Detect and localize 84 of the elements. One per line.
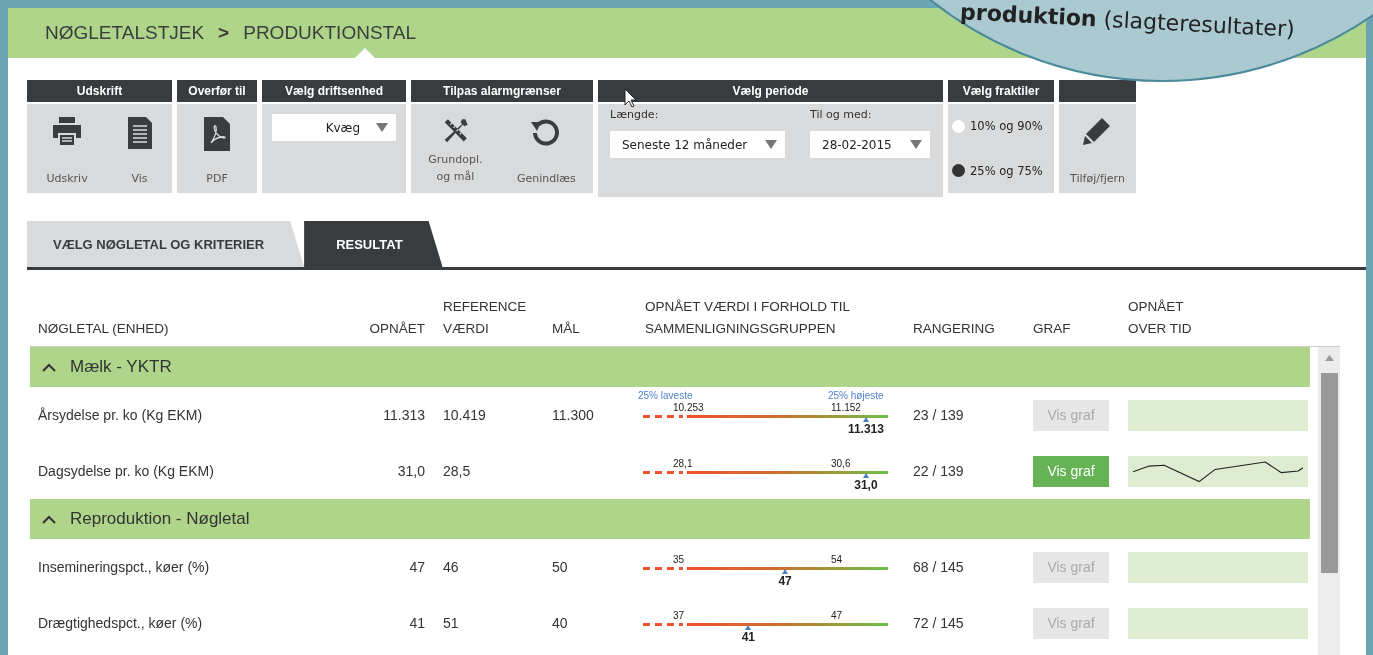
reference-value: 51 bbox=[442, 615, 460, 631]
caret-icon bbox=[765, 140, 777, 149]
group-title: Reproduktion - Nøgletal bbox=[70, 509, 250, 529]
rank: 22 / 139 bbox=[912, 463, 965, 479]
gauge-label: 37 bbox=[673, 610, 685, 621]
rank: 68 / 145 bbox=[912, 559, 965, 575]
group-header: Udskrift bbox=[27, 80, 172, 102]
gauge-label: 35 bbox=[673, 554, 685, 565]
fractile-option[interactable]: 10% og 90% bbox=[952, 119, 1050, 134]
gauge-label: 47 bbox=[831, 610, 843, 621]
achieved-value: 41 bbox=[408, 615, 426, 631]
column-header: GRAF bbox=[1032, 320, 1072, 338]
gauge-caption: 25% laveste bbox=[638, 390, 693, 401]
pdf-button[interactable]: PDF bbox=[199, 104, 235, 193]
up-arrow-icon bbox=[1324, 355, 1334, 361]
breadcrumb-separator: > bbox=[218, 22, 230, 44]
column-header: NØGLETAL (ENHED) bbox=[37, 320, 170, 338]
goal-value: 40 bbox=[552, 615, 568, 631]
tab[interactable]: RESULTAT bbox=[304, 221, 443, 267]
tab[interactable]: VÆLG NØGLETAL OG KRITERIER bbox=[27, 221, 305, 267]
radio-button[interactable] bbox=[952, 164, 965, 178]
document-icon bbox=[126, 116, 153, 150]
field-label: Længde: bbox=[610, 108, 660, 121]
length-dropdown[interactable]: Seneste 12 måneder bbox=[610, 131, 785, 158]
pencil-icon bbox=[1082, 116, 1113, 146]
edit-columns-button[interactable]: Tilføj/fjern bbox=[1066, 104, 1129, 193]
reference-value: 28,5 bbox=[442, 463, 472, 479]
unit-dropdown[interactable]: Kvæg bbox=[272, 114, 396, 141]
pdf-icon bbox=[203, 116, 231, 152]
goal-value: 11.300 bbox=[552, 407, 594, 423]
pointer-notch bbox=[355, 48, 375, 58]
group-header: Vælg periode bbox=[598, 80, 943, 102]
caret-icon bbox=[376, 123, 388, 132]
print-button[interactable]: Udskriv bbox=[42, 104, 92, 193]
achieved-value: 31,0 bbox=[396, 463, 426, 479]
group-header: Tilpas alarmgrænser bbox=[411, 80, 593, 102]
group-header: Vælg driftsenhed bbox=[262, 80, 406, 102]
gauge-value: 47 bbox=[778, 574, 792, 588]
settings-button[interactable]: Grundopl. og mål bbox=[424, 104, 487, 193]
group-header: Overfør til bbox=[177, 80, 257, 102]
column-header: MÅL bbox=[551, 320, 581, 338]
gauge-label: 30,6 bbox=[831, 458, 851, 469]
rank: 72 / 145 bbox=[912, 615, 965, 631]
achieved-value: 47 bbox=[408, 559, 426, 575]
gauge-label: 54 bbox=[831, 554, 843, 565]
metric-name: Insemineringspct., køer (%) bbox=[37, 559, 211, 575]
gauge-label: 11.152 bbox=[831, 402, 861, 413]
column-header: RANGERING bbox=[912, 320, 996, 338]
metric-name: Dagsydelse pr. ko (Kg EKM) bbox=[37, 463, 215, 479]
rank: 23 / 139 bbox=[912, 407, 965, 423]
group-header-row[interactable]: Reproduktion - Nøgletal bbox=[30, 499, 1310, 539]
gauge-caption: 25% højeste bbox=[828, 390, 884, 401]
metric-name: Årsydelse pr. ko (Kg EKM) bbox=[37, 407, 204, 423]
gauge-label: 28,1 bbox=[673, 458, 693, 469]
gauge-value: 31,0 bbox=[854, 478, 878, 492]
field-label: Til og med: bbox=[810, 108, 873, 121]
radio-button[interactable] bbox=[952, 119, 965, 133]
printer-icon bbox=[51, 116, 84, 146]
group-header: Vælg fraktiler bbox=[948, 80, 1054, 102]
scrollbar[interactable] bbox=[1318, 347, 1340, 655]
gauge-label: 10.253 bbox=[673, 402, 704, 413]
fractile-option[interactable]: 25% og 75% bbox=[952, 163, 1050, 178]
breadcrumb-item[interactable]: NØGLETALSTJEK bbox=[45, 22, 205, 44]
callout-text: produktion (slagteresultater) bbox=[959, 0, 1296, 42]
group-header-row[interactable]: Mælk - YKTR bbox=[30, 347, 1310, 387]
column-header: OPNÅET bbox=[368, 320, 426, 338]
caret-icon bbox=[910, 140, 922, 149]
group-title: Mælk - YKTR bbox=[70, 357, 172, 377]
achieved-value: 11.313 bbox=[382, 407, 426, 423]
column-header: OPNÅET OVER TID bbox=[1127, 298, 1193, 338]
metric-name: Drægtighedspct., køer (%) bbox=[37, 615, 204, 631]
goal-value: 50 bbox=[552, 559, 568, 575]
breadcrumb-item[interactable]: PRODUKTIONSTAL bbox=[243, 22, 416, 44]
cursor-icon bbox=[624, 88, 638, 108]
gauge-value: 41 bbox=[741, 630, 755, 644]
view-button[interactable]: Vis bbox=[122, 104, 157, 193]
reference-value: 10.419 bbox=[442, 407, 487, 423]
reference-value: 46 bbox=[442, 559, 460, 575]
column-header: REFERENCE VÆRDI bbox=[442, 298, 528, 338]
reload-button[interactable]: Genindlæs bbox=[512, 104, 580, 193]
column-header: OPNÅET VÆRDI I FORHOLD TIL SAMMENLIGNINGSGRUPPEN bbox=[644, 298, 852, 338]
gauge-value: 11.313 bbox=[847, 422, 884, 436]
date-dropdown[interactable]: 28-02-2015 bbox=[810, 131, 930, 158]
scrollbar-thumb[interactable] bbox=[1320, 373, 1338, 573]
